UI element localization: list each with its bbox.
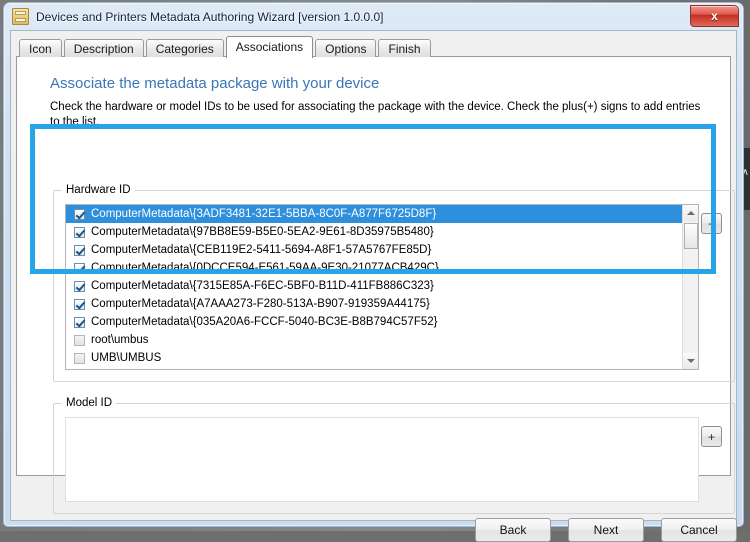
title-bar: Devices and Printers Metadata Authoring … [5,4,742,29]
hardware-id-row[interactable]: ComputerMetadata\{035A20A6-FCCF-5040-BC3… [66,313,698,331]
hardware-id-label: root\umbus [91,334,149,346]
tab-options[interactable]: Options [315,39,377,57]
model-id-listbox[interactable] [65,417,699,502]
hardware-id-checkbox[interactable] [74,244,85,256]
hardware-id-row[interactable]: ComputerMetadata\{3ADF3481-32E1-5BBA-8C0… [66,205,698,223]
document-icon [12,8,29,25]
hardware-id-checkbox[interactable] [74,298,85,310]
back-button[interactable]: Back [475,518,551,542]
hardware-id-label: ComputerMetadata\{A7AAA273-F280-513A-B90… [91,298,430,310]
window-title: Devices and Printers Metadata Authoring … [36,9,384,24]
hardware-id-row[interactable]: ComputerMetadata\{0DCCE594-E561-59AA-9E3… [66,259,698,277]
hardware-id-row[interactable]: ComputerMetadata\{97BB8E59-B5E0-5EA2-9E6… [66,223,698,241]
hardware-id-group: Hardware ID ComputerMetadata\{3ADF3481-3… [53,184,735,382]
cancel-button[interactable]: Cancel [661,518,737,542]
hardware-id-label: ComputerMetadata\{035A20A6-FCCF-5040-BC3… [91,316,438,328]
hardware-id-label: UMB\UMBUS [91,352,162,364]
tab-strip: Icon Description Categories Associations Opt… [19,35,433,58]
wizard-window: Devices and Printers Metadata Authoring … [3,2,744,542]
hardware-id-row[interactable]: ComputerMetadata\{7315E85A-F6EC-5BF0-B11… [66,277,698,295]
client-area: Icon Description Categories Associations Opt… [10,30,737,542]
hardware-id-checkbox[interactable] [74,208,85,220]
hardware-id-row[interactable]: root\umbus [66,331,698,349]
scrollbar-thumb[interactable] [684,223,698,249]
hardware-id-row[interactable]: UMB\UMBUS [66,349,698,367]
scrollbar-down-arrow-icon[interactable] [683,353,698,369]
hardware-id-label: ComputerMetadata\{CEB119E2-5411-5694-A8F… [91,244,432,256]
hardware-id-add-button[interactable]: + [701,213,722,234]
hardware-id-checkbox[interactable] [74,280,85,292]
hardware-id-listbox[interactable]: ComputerMetadata\{3ADF3481-32E1-5BBA-8C0… [65,204,699,370]
hardware-id-scrollbar[interactable] [682,205,698,369]
hardware-id-checkbox[interactable] [74,352,85,364]
hardware-id-label: ComputerMetadata\{97BB8E59-B5E0-5EA2-9E6… [91,226,434,238]
hardware-id-checkbox[interactable] [74,226,85,238]
model-id-group: Model ID + [53,397,735,514]
next-button[interactable]: Next [568,518,644,542]
desktop-background: ∧ Devices and Printers Metadata Authorin… [0,0,750,542]
hardware-id-label: ComputerMetadata\{3ADF3481-32E1-5BBA-8C0… [91,208,437,220]
hardware-id-row[interactable]: ComputerMetadata\{CEB119E2-5411-5694-A8F… [66,241,698,259]
hardware-id-checkbox[interactable] [74,316,85,328]
tab-associations[interactable]: Associations [225,36,314,58]
model-id-group-label: Model ID [62,397,117,409]
page-instructions: Check the hardware or model IDs to be us… [50,101,701,128]
tab-icon[interactable]: Icon [19,39,62,57]
page-title: Associate the metadata package with your… [50,75,380,92]
close-button[interactable]: x [690,5,739,27]
hardware-id-checkbox[interactable] [74,262,85,274]
hardware-id-rows: ComputerMetadata\{3ADF3481-32E1-5BBA-8C0… [66,205,698,367]
tab-finish[interactable]: Finish [378,39,431,57]
hardware-id-checkbox[interactable] [74,334,85,346]
hardware-id-label: ComputerMetadata\{7315E85A-F6EC-5BF0-B11… [91,280,434,292]
hardware-id-label: ComputerMetadata\{0DCCE594-E561-59AA-9E3… [91,262,439,274]
tab-categories[interactable]: Categories [145,39,224,57]
model-id-add-button[interactable]: + [701,426,722,447]
tab-page-associations: Associate the metadata package with your… [16,56,735,514]
hardware-id-group-label: Hardware ID [62,184,135,196]
hardware-id-row[interactable]: ComputerMetadata\{A7AAA273-F280-513A-B90… [66,295,698,313]
scrollbar-up-arrow-icon[interactable] [683,205,698,221]
tab-description[interactable]: Description [63,39,144,57]
